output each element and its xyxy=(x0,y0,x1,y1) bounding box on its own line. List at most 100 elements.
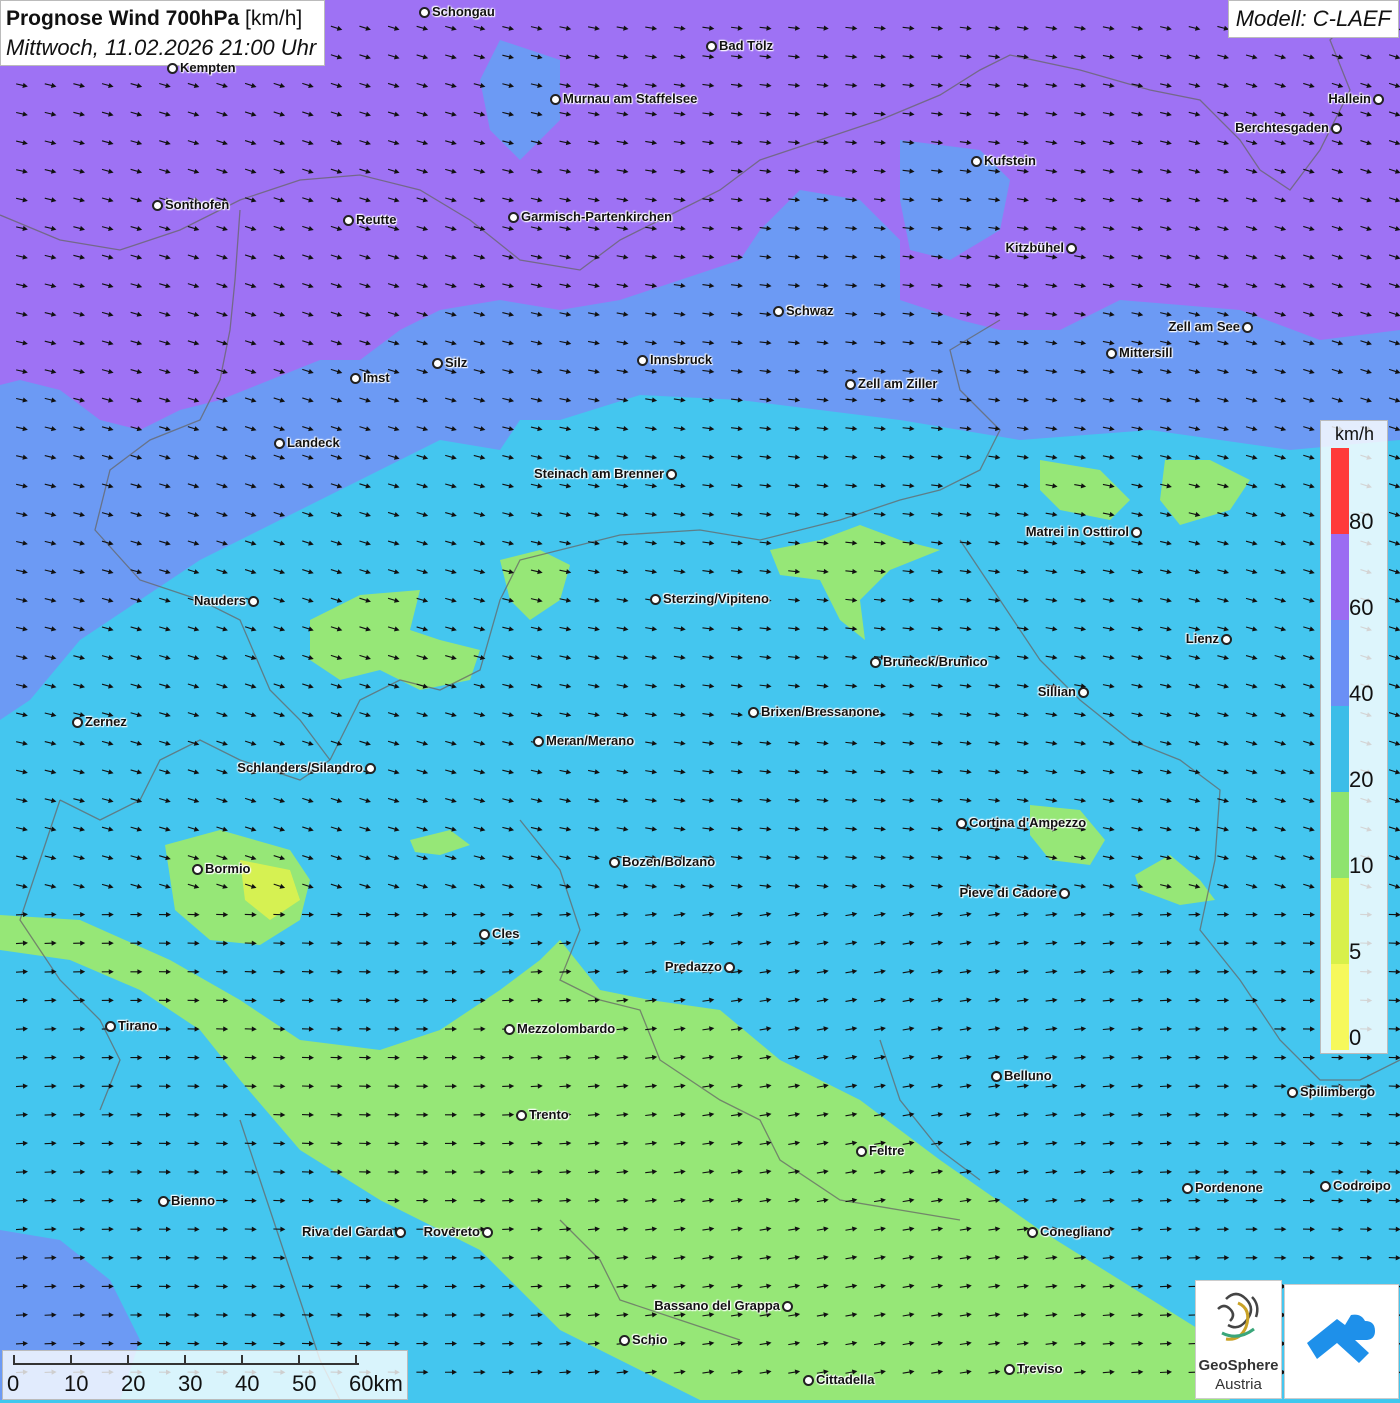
city-label: Rovereto xyxy=(424,1224,480,1239)
city-marker[interactable] xyxy=(803,1375,814,1386)
scale-label: 10 xyxy=(64,1371,88,1397)
map-title: Prognose Wind 700hPa [km/h] xyxy=(6,4,316,33)
city-marker[interactable] xyxy=(167,63,178,74)
city-marker[interactable] xyxy=(991,1071,1002,1082)
city-label: Innsbruck xyxy=(650,352,712,367)
city-marker[interactable] xyxy=(1242,322,1253,333)
city-label: Schongau xyxy=(432,4,495,19)
city-label: Schio xyxy=(632,1332,667,1347)
city-marker[interactable] xyxy=(343,215,354,226)
city-label: Belluno xyxy=(1004,1068,1052,1083)
city-label: Sterzing/Vipiteno xyxy=(663,591,769,606)
city-marker[interactable] xyxy=(395,1227,406,1238)
city-marker[interactable] xyxy=(482,1227,493,1238)
city-label: Kempten xyxy=(180,60,236,75)
city-marker[interactable] xyxy=(748,707,759,718)
city-label: Mittersill xyxy=(1119,345,1172,360)
city-marker[interactable] xyxy=(365,763,376,774)
scale-bar: 0102030405060km xyxy=(2,1350,408,1400)
city-label: Zernez xyxy=(85,714,127,729)
city-label: Matrei in Osttirol xyxy=(1026,524,1129,539)
city-marker[interactable] xyxy=(619,1335,630,1346)
city-label: Nauders xyxy=(194,593,246,608)
city-label: Zell am See xyxy=(1168,319,1240,334)
city-marker[interactable] xyxy=(432,358,443,369)
legend-color-segment xyxy=(1331,792,1349,878)
city-marker[interactable] xyxy=(533,736,544,747)
city-marker[interactable] xyxy=(479,929,490,940)
city-marker[interactable] xyxy=(105,1021,116,1032)
city-label: Reutte xyxy=(356,212,396,227)
scale-label: 0 xyxy=(7,1371,19,1397)
city-label: Trento xyxy=(529,1107,569,1122)
app-logo[interactable] xyxy=(1284,1284,1399,1399)
legend-color-segment xyxy=(1331,964,1349,1050)
city-marker[interactable] xyxy=(870,657,881,668)
model-label: Modell: C-LAEF xyxy=(1228,0,1399,38)
city-marker[interactable] xyxy=(1287,1087,1298,1098)
city-marker[interactable] xyxy=(773,306,784,317)
city-marker[interactable] xyxy=(706,41,717,52)
city-marker[interactable] xyxy=(152,200,163,211)
city-label: Pieve di Cadore xyxy=(959,885,1057,900)
city-label: Brixen/Bressanone xyxy=(761,704,880,719)
city-marker[interactable] xyxy=(666,469,677,480)
city-marker[interactable] xyxy=(419,7,430,18)
city-marker[interactable] xyxy=(1373,94,1384,105)
geosphere-logo[interactable]: GeoSphere Austria xyxy=(1195,1280,1282,1399)
city-label: Zell am Ziller xyxy=(858,376,937,391)
city-marker[interactable] xyxy=(1106,348,1117,359)
scale-tick xyxy=(127,1355,129,1363)
city-label: Predazzo xyxy=(665,959,722,974)
city-marker[interactable] xyxy=(1320,1181,1331,1192)
city-marker[interactable] xyxy=(609,857,620,868)
city-label: Conegliano xyxy=(1040,1224,1111,1239)
city-marker[interactable] xyxy=(550,94,561,105)
city-marker[interactable] xyxy=(956,818,967,829)
city-label: Bruneck/Brunico xyxy=(883,654,988,669)
city-marker[interactable] xyxy=(158,1196,169,1207)
city-marker[interactable] xyxy=(274,438,285,449)
city-marker[interactable] xyxy=(845,379,856,390)
city-marker[interactable] xyxy=(248,596,259,607)
city-label: Murnau am Staffelsee xyxy=(563,91,697,106)
legend-unit: km/h xyxy=(1335,424,1374,445)
city-marker[interactable] xyxy=(782,1301,793,1312)
city-marker[interactable] xyxy=(724,962,735,973)
scale-tick xyxy=(355,1355,357,1363)
legend-tick-label: 10 xyxy=(1349,853,1373,879)
city-marker[interactable] xyxy=(1182,1183,1193,1194)
city-marker[interactable] xyxy=(350,373,361,384)
legend-tick-label: 40 xyxy=(1349,681,1373,707)
scale-ticks xyxy=(13,1355,359,1365)
scale-tick xyxy=(241,1355,243,1363)
city-label: Kufstein xyxy=(984,153,1036,168)
city-marker[interactable] xyxy=(1059,888,1070,899)
mountain-cloud-icon xyxy=(1285,1285,1398,1398)
city-marker[interactable] xyxy=(856,1146,867,1157)
city-label: Sillian xyxy=(1038,684,1076,699)
city-marker[interactable] xyxy=(1004,1364,1015,1375)
city-marker[interactable] xyxy=(650,594,661,605)
city-marker[interactable] xyxy=(1331,123,1342,134)
city-marker[interactable] xyxy=(1078,687,1089,698)
title-box: Prognose Wind 700hPa [km/h] Mittwoch, 11… xyxy=(0,0,325,66)
city-marker[interactable] xyxy=(1221,634,1232,645)
city-marker[interactable] xyxy=(1066,243,1077,254)
city-label: Riva del Garda xyxy=(302,1224,393,1239)
city-marker[interactable] xyxy=(192,864,203,875)
city-label: Lienz xyxy=(1186,631,1219,646)
city-label: Bad Tölz xyxy=(719,38,773,53)
forecast-datetime: Mittwoch, 11.02.2026 21:00 Uhr xyxy=(6,33,316,62)
city-marker[interactable] xyxy=(1027,1227,1038,1238)
city-marker[interactable] xyxy=(72,717,83,728)
city-marker[interactable] xyxy=(516,1110,527,1121)
city-marker[interactable] xyxy=(1131,527,1142,538)
legend-tick-label: 20 xyxy=(1349,767,1373,793)
city-label: Schwaz xyxy=(786,303,834,318)
city-marker[interactable] xyxy=(971,156,982,167)
city-marker[interactable] xyxy=(637,355,648,366)
legend-tick-label: 80 xyxy=(1349,509,1373,535)
city-marker[interactable] xyxy=(504,1024,515,1035)
city-marker[interactable] xyxy=(508,212,519,223)
